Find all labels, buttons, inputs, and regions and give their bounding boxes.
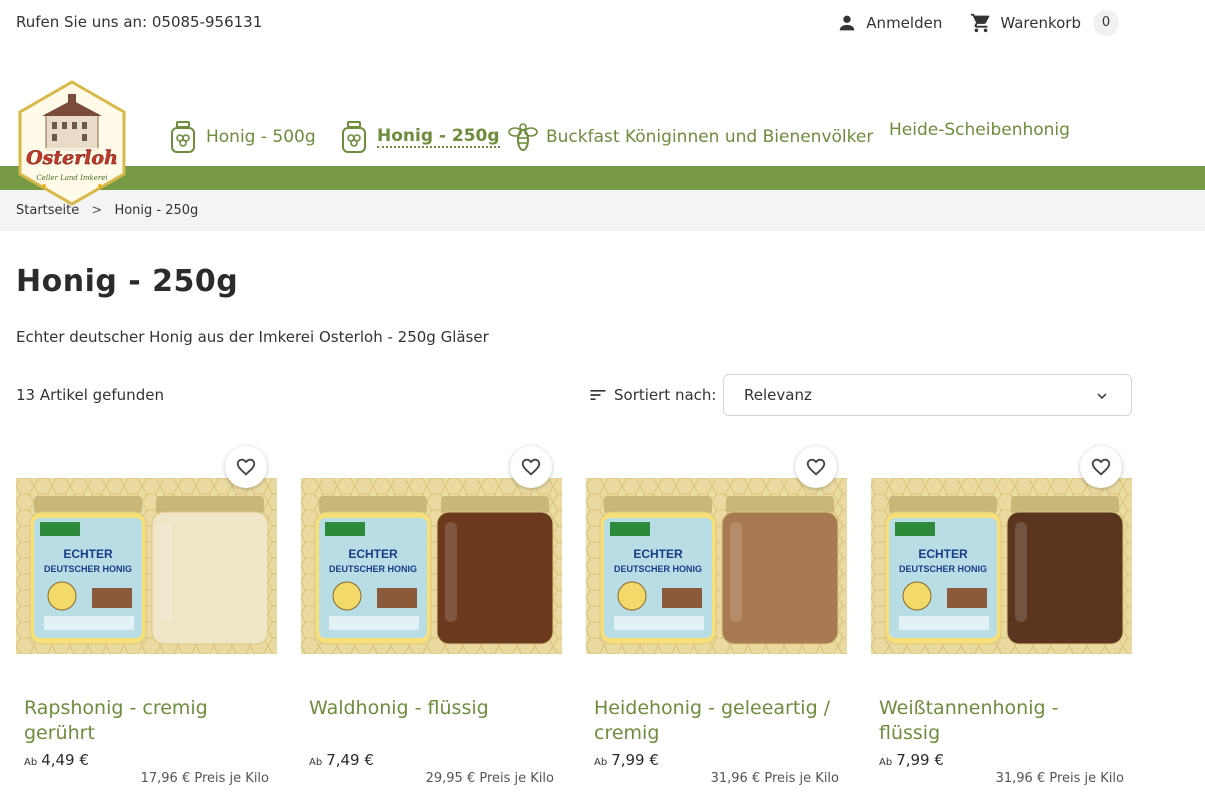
jar-label-line1: ECHTER <box>633 547 683 561</box>
nav-item-honig-250g[interactable]: Honig - 250g <box>339 120 500 154</box>
user-links: Anmelden Warenkorb 0 <box>836 10 1119 36</box>
wishlist-button[interactable] <box>1080 446 1122 488</box>
product-price: Ab 4,49 € <box>24 751 89 769</box>
top-bar: Rufen Sie uns an: 05085-956131 Anmelden … <box>0 0 1205 46</box>
jar-label-line2: DEUTSCHER HONIG <box>614 564 702 574</box>
price-prefix: Ab <box>594 757 608 768</box>
jar-label-line1: ECHTER <box>348 547 398 561</box>
cart-link[interactable]: Warenkorb 0 <box>970 10 1119 36</box>
login-link[interactable]: Anmelden <box>836 12 942 34</box>
product-image[interactable]: ECHTER DEUTSCHER HONIG <box>16 478 277 654</box>
sort-select[interactable]: Relevanz <box>723 374 1132 416</box>
sort-label: Sortiert nach: <box>588 385 716 405</box>
nav-item-honig-500g[interactable]: Honig - 500g <box>168 120 316 154</box>
wishlist-button[interactable] <box>510 446 552 488</box>
product-name[interactable]: Rapshonig - cremig gerührt <box>24 696 269 746</box>
heart-icon <box>236 458 256 476</box>
unit-price: 31,96 € Preis je Kilo <box>995 771 1124 786</box>
nav-item-heide-scheibenhonig[interactable]: Heide-Scheibenhonig <box>889 120 1070 140</box>
product-count: 13 Artikel gefunden <box>16 386 164 404</box>
unit-price: 29,95 € Preis je Kilo <box>425 771 554 786</box>
sort-label-text: Sortiert nach: <box>614 386 717 404</box>
price-value: 7,99 € <box>896 751 944 769</box>
logo-subtext: Celler Land Imkerei <box>36 174 107 182</box>
user-icon <box>839 15 855 31</box>
price-prefix: Ab <box>879 757 893 768</box>
price-value: 7,49 € <box>326 751 374 769</box>
jar-label-line2: DEUTSCHER HONIG <box>44 564 132 574</box>
breadcrumb: Startseite > Honig - 250g <box>0 190 1205 231</box>
cart-label: Warenkorb <box>1000 14 1081 32</box>
category-description: Echter deutscher Honig aus der Imkerei O… <box>16 328 489 346</box>
product-card[interactable]: ECHTER DEUTSCHER HONIG Waldhonig - flüss… <box>301 446 562 794</box>
price-value: 4,49 € <box>41 751 89 769</box>
heart-icon <box>1091 458 1111 476</box>
product-card[interactable]: ECHTER DEUTSCHER HONIG Heidehonig - gele… <box>586 446 847 794</box>
price-value: 7,99 € <box>611 751 659 769</box>
logo-text: Osterloh <box>26 147 118 169</box>
heart-icon <box>806 458 826 476</box>
phone-label: Rufen Sie uns an: <box>16 13 148 31</box>
chevron-down-icon <box>1097 393 1107 399</box>
honey-jar-icon <box>342 121 366 153</box>
nav-item-buckfast[interactable]: Buckfast Königinnen und Bienenvölker <box>508 120 873 154</box>
product-name[interactable]: Weißtannenhonig - flüssig <box>879 696 1124 746</box>
unit-price: 17,96 € Preis je Kilo <box>140 771 269 786</box>
nav-label: Honig - 500g <box>206 127 316 147</box>
wishlist-button[interactable] <box>225 446 267 488</box>
product-image[interactable]: ECHTER DEUTSCHER HONIG <box>301 478 562 654</box>
product-image[interactable]: ECHTER DEUTSCHER HONIG <box>871 478 1132 654</box>
cart-count-badge: 0 <box>1093 10 1119 36</box>
nav-label: Honig - 250g <box>377 126 500 148</box>
main-navigation: Honig - 500g Honig - 250g Buckfast König… <box>0 104 1205 166</box>
bee-icon <box>508 123 538 151</box>
page-title: Honig - 250g <box>16 264 239 299</box>
phone-number[interactable]: 05085-956131 <box>152 13 262 31</box>
sort-selected-value: Relevanz <box>744 386 812 404</box>
nav-green-bar <box>0 166 1205 190</box>
wishlist-button[interactable] <box>795 446 837 488</box>
product-name[interactable]: Waldhonig - flüssig <box>309 696 554 721</box>
shop-logo[interactable]: Osterloh Celler Land Imkerei <box>16 80 128 206</box>
jar-label-line2: DEUTSCHER HONIG <box>329 564 417 574</box>
price-prefix: Ab <box>24 757 38 768</box>
nav-label: Buckfast Königinnen und Bienenvölker <box>546 127 874 147</box>
jar-label-line1: ECHTER <box>918 547 968 561</box>
price-prefix: Ab <box>309 757 323 768</box>
product-price: Ab 7,99 € <box>879 751 944 769</box>
honey-jar-icon <box>171 121 195 153</box>
product-card[interactable]: ECHTER DEUTSCHER HONIG Rapshonig - cremi… <box>16 446 277 794</box>
product-image[interactable]: ECHTER DEUTSCHER HONIG <box>586 478 847 654</box>
product-card[interactable]: ECHTER DEUTSCHER HONIG Weißtannenhonig -… <box>871 446 1132 794</box>
unit-price: 31,96 € Preis je Kilo <box>710 771 839 786</box>
phone-info: Rufen Sie uns an: 05085-956131 <box>16 13 262 31</box>
shopping-cart-icon <box>971 13 990 33</box>
nav-label: Heide-Scheibenhonig <box>889 120 1070 140</box>
product-name[interactable]: Heidehonig - geleeartig / cremig <box>594 696 839 746</box>
product-price: Ab 7,49 € <box>309 751 374 769</box>
jar-label-line1: ECHTER <box>63 547 113 561</box>
heart-icon <box>521 458 541 476</box>
sort-icon <box>590 390 606 400</box>
jar-label-line2: DEUTSCHER HONIG <box>899 564 987 574</box>
login-label: Anmelden <box>866 14 943 32</box>
product-price: Ab 7,99 € <box>594 751 659 769</box>
